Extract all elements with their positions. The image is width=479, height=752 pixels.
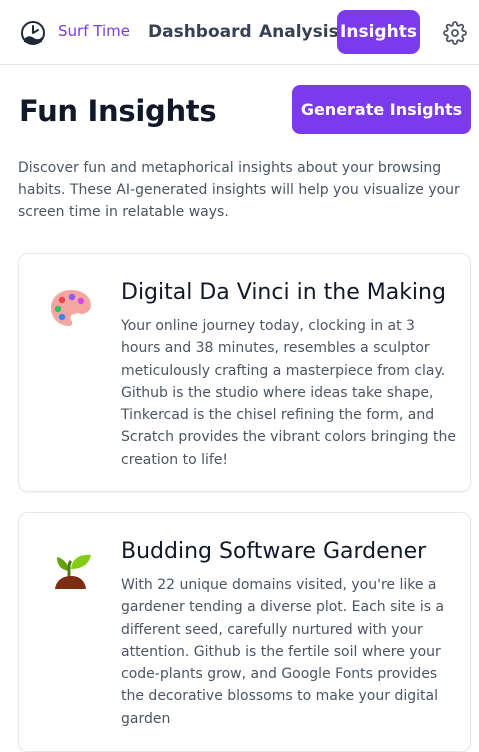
insight-card: Budding Software Gardener With 22 unique… (18, 512, 471, 752)
seedling-icon (55, 554, 91, 589)
gear-icon[interactable] (443, 21, 467, 45)
insight-card: Digital Da Vinci in the Making Your onli… (18, 253, 471, 492)
generate-insights-button[interactable]: Generate Insights (292, 85, 471, 134)
insight-body: Your online journey today, clocking in a… (121, 318, 456, 468)
surf-time-logo-icon[interactable] (20, 20, 46, 46)
nav-analysis[interactable]: Analysis (248, 10, 350, 54)
top-navbar: Surf Time Dashboard Analysis Insights (0, 0, 479, 65)
insight-body: With 22 unique domains visited, you're l… (121, 577, 445, 727)
palette-icon (51, 290, 91, 326)
brand-name[interactable]: Surf Time (58, 22, 130, 40)
page-title: Fun Insights (19, 94, 217, 128)
intro-text: Discover fun and metaphorical insights a… (18, 160, 460, 220)
insight-title: Budding Software Gardener (121, 539, 427, 564)
nav-insights[interactable]: Insights (337, 10, 420, 54)
nav-dashboard[interactable]: Dashboard (137, 10, 263, 54)
insight-title: Digital Da Vinci in the Making (121, 280, 446, 305)
